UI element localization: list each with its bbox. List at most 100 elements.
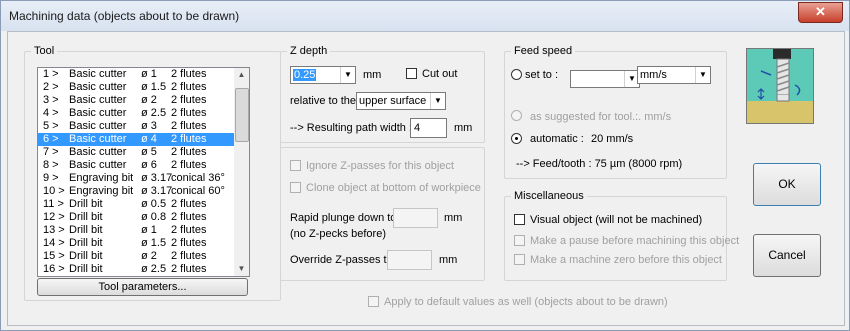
machine-zero-checkbox[interactable] [514,254,525,265]
tool-item-dia: ø 6 [141,159,157,171]
override-input[interactable] [387,250,432,270]
path-width-input[interactable]: 4 [410,118,447,138]
feed-value-combo[interactable]: ▼ [570,70,640,88]
tool-list-item[interactable]: 10 > Engraving bit ø 3.17 conical 60° [38,185,234,198]
suggested-radio[interactable] [511,110,522,121]
tool-item-n: 3 > [43,94,59,106]
relative-combo[interactable]: upper surface ▼ [356,92,446,110]
tool-item-flutes: 2 flutes [171,211,207,223]
tool-item-flutes: 2 flutes [171,237,207,249]
chevron-down-icon: ▼ [695,67,710,83]
scroll-down-icon[interactable]: ▼ [234,262,249,276]
no-zpecks-label: (no Z-pecks before) [290,228,386,240]
tool-item-name: Basic cutter [69,146,127,158]
tool-item-dia: ø 1 [141,68,157,80]
tool-item-flutes: 2 flutes [171,133,207,145]
tool-list-item[interactable]: 11 > Drill bit ø 0.5 2 flutes [38,198,234,211]
misc-legend: Miscellaneous [514,190,584,202]
feed-tooth-label: --> Feed/tooth : 75 µm (8000 rpm) [516,158,683,170]
cancel-button[interactable]: Cancel [753,234,821,277]
tool-item-flutes: 2 flutes [171,224,207,236]
scroll-thumb[interactable] [235,88,249,142]
tool-list-item[interactable]: 15 > Drill bit ø 2 2 flutes [38,250,234,263]
tool-list-item[interactable]: 3 > Basic cutter ø 2 2 flutes [38,94,234,107]
tool-item-name: Drill bit [69,211,103,223]
path-width-label: --> Resulting path width : [290,122,412,134]
cut-out-label: Cut out [422,68,458,80]
path-width-value: 4 [414,122,421,134]
rapid-plunge-unit: mm [444,212,463,224]
path-width-unit: mm [454,122,473,134]
tool-list-item[interactable]: 1 > Basic cutter ø 1 2 flutes [38,68,234,81]
suggested-value: ... mm/s [632,111,672,123]
automatic-radio[interactable] [511,133,522,144]
tool-list[interactable]: 1 > Basic cutter ø 1 2 flutes 2 > Basic cutte… [37,67,250,277]
tool-list-item[interactable]: 4 > Basic cutter ø 2.5 2 flutes [38,107,234,120]
tool-list-item[interactable]: 12 > Drill bit ø 0.8 2 flutes [38,211,234,224]
tool-item-flutes: 2 flutes [171,263,207,275]
tool-item-dia: ø 2.5 [141,107,167,119]
zdepth-combo[interactable]: 0.25 ▼ [290,66,356,84]
zdepth-unit: mm [363,69,382,81]
relative-label: relative to the [290,95,357,107]
automatic-value: 20 mm/s [591,133,634,145]
tool-item-n: 7 > [43,146,59,158]
feed-unit-value: mm/s [640,69,667,81]
tool-list-scrollbar[interactable]: ▲ ▼ [234,68,249,276]
tool-item-n: 13 > [43,224,65,236]
chevron-down-icon: ▼ [430,93,445,109]
tool-list-item[interactable]: 6 > Basic cutter ø 4 2 flutes [38,133,234,146]
apply-default-checkbox[interactable] [368,296,379,307]
apply-default-label: Apply to default values as well (objects… [384,296,668,308]
tool-parameters-button[interactable]: Tool parameters... [37,278,248,296]
tool-item-n: 12 > [43,211,65,223]
tool-item-flutes: 2 flutes [171,107,207,119]
tool-item-n: 8 > [43,159,59,171]
suggested-label: as suggested for tool : [530,111,639,123]
cutter-icon [747,49,813,123]
chevron-down-icon: ▼ [340,67,355,83]
scroll-up-icon[interactable]: ▲ [234,68,249,82]
tool-item-n: 14 > [43,237,65,249]
tool-item-dia: ø 3.17 [141,172,173,184]
tool-item-n: 10 > [43,185,65,197]
automatic-label: automatic : [530,133,584,145]
ignore-zpasses-checkbox[interactable] [290,160,301,171]
tool-list-item[interactable]: 14 > Drill bit ø 1.5 2 flutes [38,237,234,250]
tool-item-flutes: 2 flutes [171,68,207,80]
tool-item-name: Engraving bit [69,185,134,197]
tool-list-item[interactable]: 7 > Basic cutter ø 5 2 flutes [38,146,234,159]
tool-illustration [746,48,814,124]
tool-item-n: 5 > [43,120,59,132]
tool-item-dia: ø 1.5 [141,237,167,249]
tool-item-flutes: 2 flutes [171,120,207,132]
tool-list-item[interactable]: 13 > Drill bit ø 1 2 flutes [38,224,234,237]
machine-zero-label: Make a machine zero before this object [530,254,722,266]
tool-list-item[interactable]: 9 > Engraving bit ø 3.17 conical 36° [38,172,234,185]
pause-checkbox[interactable] [514,235,525,246]
clone-bottom-checkbox[interactable] [290,182,301,193]
ignore-zpasses-label: Ignore Z-passes for this object [306,160,454,172]
cut-out-checkbox[interactable] [406,68,417,79]
tool-item-name: Drill bit [69,224,103,236]
tool-item-name: Basic cutter [69,107,127,119]
close-button[interactable]: ✕ [798,2,843,23]
tool-item-n: 1 > [43,68,59,80]
tool-item-dia: ø 1 [141,224,157,236]
tool-item-dia: ø 0.5 [141,198,167,210]
rapid-plunge-input[interactable] [393,208,438,228]
feed-unit-combo[interactable]: mm/s ▼ [637,66,711,84]
visual-object-checkbox[interactable] [514,214,525,225]
tool-item-dia: ø 2 [141,250,157,262]
tool-item-n: 9 > [43,172,59,184]
tool-list-item[interactable]: 16 > Drill bit ø 2.5 2 flutes [38,263,234,276]
ok-button[interactable]: OK [753,163,821,206]
tool-list-item[interactable]: 2 > Basic cutter ø 1.5 2 flutes [38,81,234,94]
override-unit: mm [439,254,458,266]
set-to-radio[interactable] [511,69,522,80]
window-title: Machining data (objects about to be draw… [9,9,240,23]
tool-item-name: Basic cutter [69,133,127,145]
tool-list-item[interactable]: 5 > Basic cutter ø 3 2 flutes [38,120,234,133]
tool-item-dia: ø 2 [141,94,157,106]
tool-list-item[interactable]: 8 > Basic cutter ø 6 2 flutes [38,159,234,172]
